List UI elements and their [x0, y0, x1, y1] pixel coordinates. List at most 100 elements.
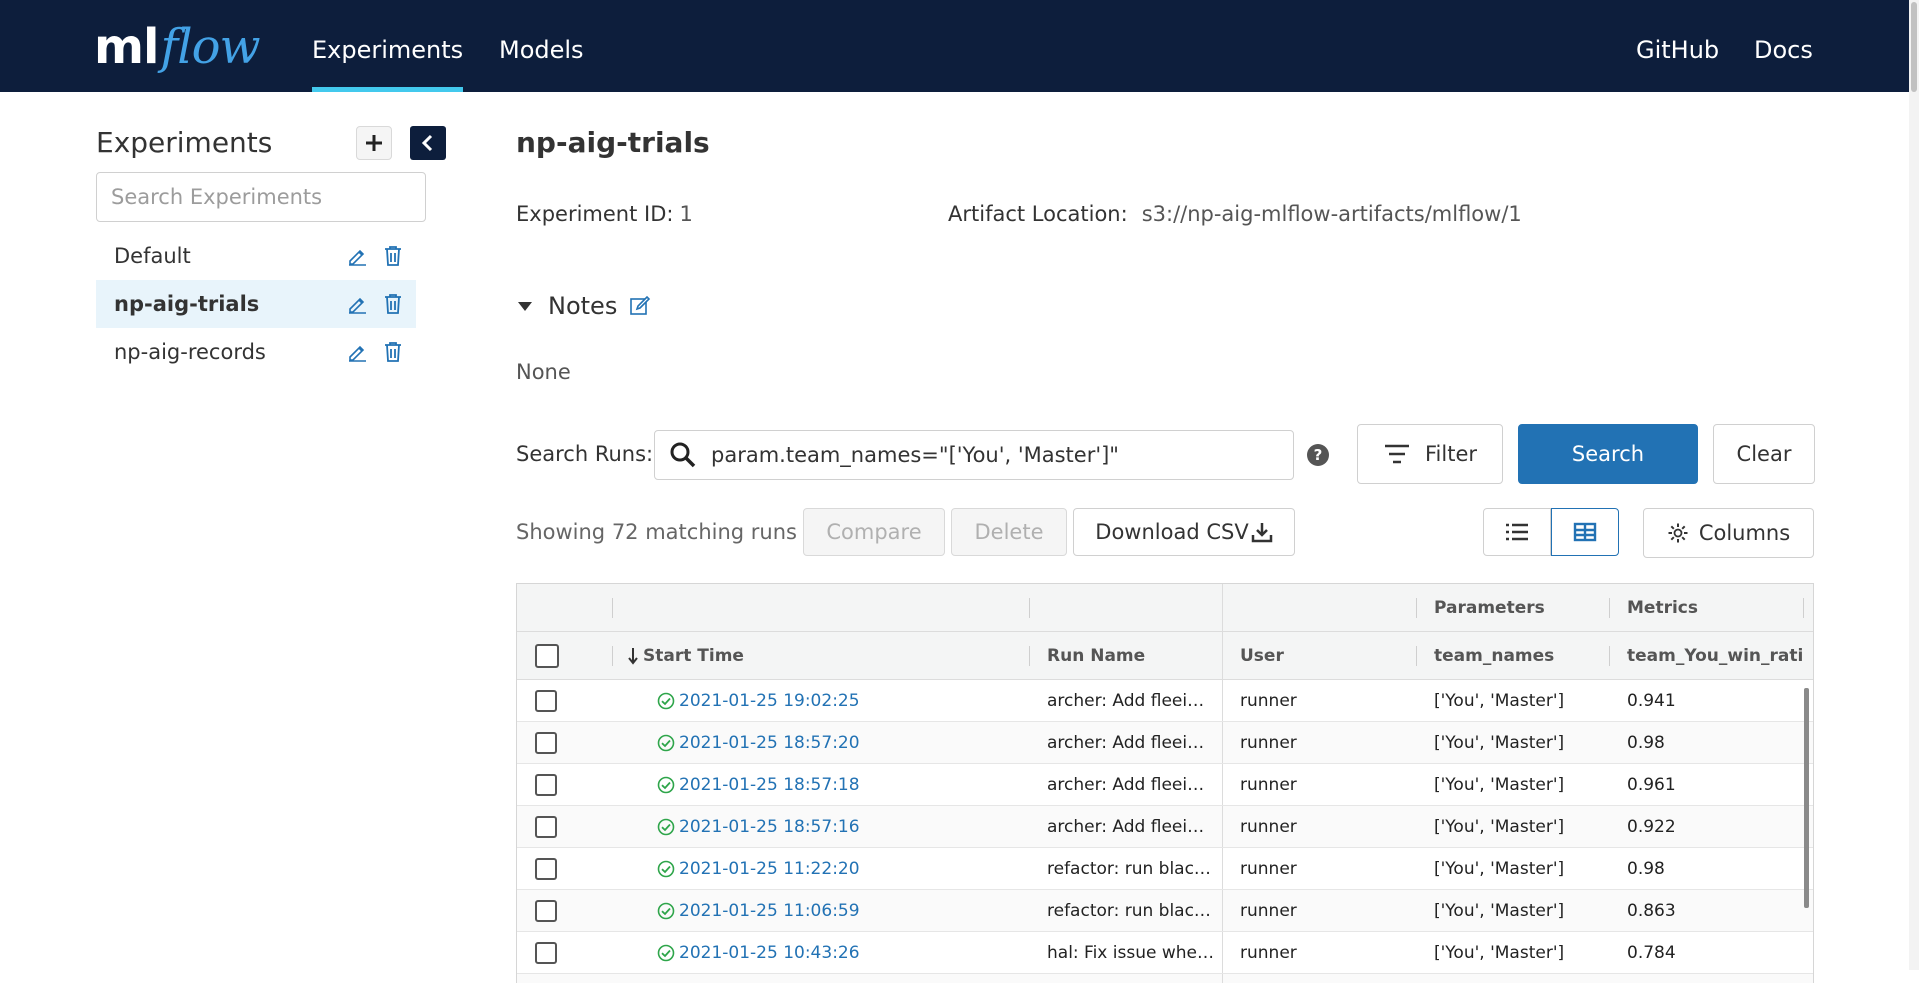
edit-notes-icon[interactable]: [629, 295, 651, 317]
run-name-cell[interactable]: refactor: run blac…: [1047, 890, 1217, 931]
row-checkbox[interactable]: [535, 731, 557, 754]
row-checkbox[interactable]: [535, 689, 557, 712]
clear-button[interactable]: Clear: [1713, 424, 1815, 484]
nav-models-link[interactable]: Models: [499, 0, 584, 92]
row-checkbox[interactable]: [535, 773, 557, 796]
trash-icon[interactable]: [382, 341, 404, 363]
row-checkbox[interactable]: [535, 815, 557, 838]
edit-icon[interactable]: [346, 341, 368, 363]
page-scrollbar-thumb[interactable]: [1911, 2, 1917, 92]
run-name-cell[interactable]: refactor: run blac…: [1047, 848, 1217, 889]
row-checkbox[interactable]: [535, 899, 557, 922]
edit-icon[interactable]: [346, 293, 368, 315]
search-experiments-input[interactable]: [96, 172, 426, 222]
table-row: 2021-01-25 11:22:20 refactor: run blac… ru…: [517, 848, 1813, 890]
run-start-time: 2021-01-25 11:22:20: [679, 858, 860, 879]
table-header: Start Time Run Name User team_names team…: [517, 632, 1813, 680]
collapse-sidebar-button[interactable]: [410, 126, 446, 160]
download-csv-label: Download CSV: [1095, 520, 1249, 544]
help-icon[interactable]: ?: [1307, 444, 1329, 466]
sidebar-item-label: Default: [114, 244, 191, 268]
search-runs-box[interactable]: [654, 430, 1294, 480]
column-run-name[interactable]: Run Name: [1047, 632, 1145, 679]
notes-toggle[interactable]: Notes: [516, 292, 651, 320]
search-button[interactable]: Search: [1518, 424, 1698, 484]
artifact-location-value: s3://np-aig-mlflow-artifacts/mlflow/1: [1141, 202, 1522, 226]
experiment-id-value: 1: [679, 202, 693, 226]
run-start-time-link[interactable]: 2021-01-25 18:57:18: [657, 775, 860, 795]
download-icon: [1251, 523, 1272, 543]
success-check-icon: [657, 944, 675, 961]
columns-button[interactable]: Columns: [1643, 508, 1814, 558]
run-start-time: 2021-01-25 19:02:25: [679, 690, 860, 711]
sidebar-title: Experiments: [96, 126, 273, 159]
row-checkbox[interactable]: [535, 941, 557, 964]
run-name-cell[interactable]: archer: Add fleei…: [1047, 722, 1217, 763]
sidebar-item-np-aig-records[interactable]: np-aig-records: [96, 328, 416, 376]
column-team-names[interactable]: team_names: [1434, 632, 1554, 679]
edit-icon[interactable]: [346, 245, 368, 267]
nav-docs-link[interactable]: Docs: [1754, 0, 1813, 92]
mlflow-logo[interactable]: ml flow: [94, 12, 261, 82]
download-csv-button[interactable]: Download CSV: [1073, 508, 1295, 556]
run-user-cell: runner: [1240, 774, 1297, 795]
run-win-ratio-cell: 0.98: [1627, 732, 1665, 753]
nav-experiments-link[interactable]: Experiments: [312, 0, 464, 92]
page-scrollbar[interactable]: [1909, 0, 1919, 970]
run-team-names-cell: ['You', 'Master']: [1434, 858, 1565, 879]
run-start-time-link[interactable]: 2021-01-25 18:57:20: [657, 733, 860, 753]
filter-icon: [1384, 444, 1409, 464]
nav-github-link[interactable]: GitHub: [1636, 0, 1719, 92]
run-start-time: 2021-01-25 10:43:26: [679, 942, 860, 963]
select-all-checkbox[interactable]: [535, 643, 559, 668]
run-team-names-cell: ['You', 'Master']: [1434, 774, 1565, 795]
run-name-cell[interactable]: hal: Fix issue whe…: [1047, 932, 1217, 973]
compare-button[interactable]: Compare: [803, 508, 945, 556]
row-checkbox[interactable]: [535, 857, 557, 880]
filter-button-label: Filter: [1424, 442, 1477, 466]
trash-icon[interactable]: [382, 293, 404, 315]
experiment-id: Experiment ID: 1: [516, 202, 693, 226]
sidebar-item-label: np-aig-trials: [114, 292, 260, 316]
plus-icon: [366, 135, 382, 151]
run-start-time-link[interactable]: 2021-01-25 11:06:59: [657, 901, 860, 921]
delete-button[interactable]: Delete: [951, 508, 1067, 556]
table-row: 2021-01-25 18:57:16 archer: Add fleei… run…: [517, 806, 1813, 848]
run-team-names-cell: ['You', 'Master']: [1434, 974, 1564, 983]
run-start-time-link[interactable]: 2021-01-25 19:02:25: [657, 691, 860, 711]
table-row: 2021-01-25 19:02:25 archer: Add fleei… run…: [517, 680, 1813, 722]
run-user-cell: runner: [1240, 732, 1297, 753]
run-name-cell[interactable]: hal: Fix issue whe…: [1047, 974, 1217, 983]
run-start-time-link[interactable]: 2021-01-25 11:22:20: [657, 859, 860, 879]
run-user-cell: runner: [1240, 858, 1297, 879]
run-win-ratio-cell: 0.941: [1627, 690, 1676, 711]
table-row: 2021-01-25 18:57:20 archer: Add fleei… run…: [517, 722, 1813, 764]
logo-ml-text: ml: [94, 19, 159, 75]
run-team-names-cell: ['You', 'Master']: [1434, 816, 1565, 837]
table-view-toggle[interactable]: [1551, 508, 1619, 556]
sidebar-item-label: np-aig-records: [114, 340, 266, 364]
trash-icon[interactable]: [382, 245, 404, 267]
table-group-header: Parameters Metrics: [517, 584, 1813, 632]
run-start-time-link[interactable]: 2021-01-25 18:57:16: [657, 817, 860, 837]
search-runs-input[interactable]: [709, 442, 1269, 468]
run-win-ratio-cell: 0.961: [1627, 774, 1676, 795]
run-start-time-link[interactable]: 2021-01-25 10:43:26: [657, 943, 860, 963]
run-name-cell[interactable]: archer: Add fleei…: [1047, 806, 1217, 847]
table-row: 2021-01-25 10:40:11hal: Fix issue whe…ru…: [517, 974, 1813, 983]
run-user-cell: runner: [1240, 690, 1297, 711]
column-team-you-win-ratio[interactable]: team_You_win_ratio: [1627, 632, 1802, 679]
search-runs-label: Search Runs:: [516, 442, 654, 466]
table-scrollbar[interactable]: [1804, 688, 1809, 908]
column-user[interactable]: User: [1240, 632, 1284, 679]
run-name-cell[interactable]: archer: Add fleei…: [1047, 680, 1217, 721]
sidebar-item-np-aig-trials[interactable]: np-aig-trials: [96, 280, 416, 328]
filter-button[interactable]: Filter: [1357, 424, 1503, 484]
run-team-names-cell: ['You', 'Master']: [1434, 690, 1565, 711]
add-experiment-button[interactable]: [356, 126, 392, 160]
run-name-cell[interactable]: archer: Add fleei…: [1047, 764, 1217, 805]
sort-down-arrow-icon: [628, 647, 638, 665]
list-view-toggle[interactable]: [1483, 508, 1551, 556]
column-start-time[interactable]: Start Time: [627, 632, 744, 679]
sidebar-item-default[interactable]: Default: [96, 232, 416, 280]
